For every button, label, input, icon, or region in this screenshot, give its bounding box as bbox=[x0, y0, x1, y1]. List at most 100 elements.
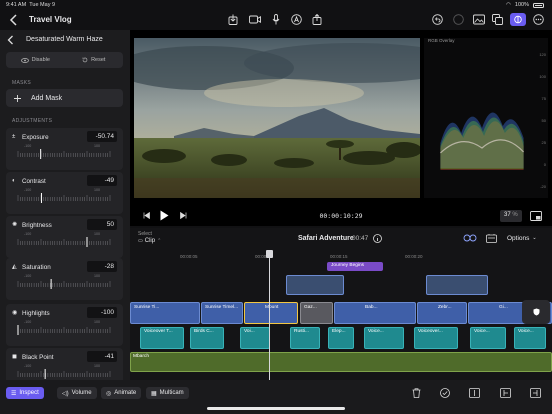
video-clip[interactable]: Sunrise Timel... bbox=[201, 302, 243, 324]
speaker-icon: ◁) bbox=[62, 390, 69, 397]
black-point-icon: ◼ bbox=[12, 354, 17, 360]
share-icon[interactable] bbox=[312, 14, 322, 25]
contrast-icon: ◐ bbox=[12, 178, 16, 184]
clip-view-icon[interactable] bbox=[486, 234, 497, 243]
adjustment-value-field[interactable]: -28 bbox=[87, 261, 117, 272]
audio-meter-button[interactable] bbox=[522, 300, 550, 324]
playhead[interactable] bbox=[269, 250, 270, 380]
adjustment-slider[interactable]: -100 100 bbox=[16, 232, 113, 250]
trim-start-icon[interactable] bbox=[500, 388, 511, 398]
audio-clip[interactable]: Voi... bbox=[240, 327, 270, 349]
play-icon[interactable] bbox=[160, 210, 169, 221]
scope-tick-label: 50 bbox=[541, 118, 546, 123]
adjustment-value-field[interactable]: -41 bbox=[87, 351, 117, 362]
playhead-handle[interactable] bbox=[266, 250, 273, 258]
audio-clip[interactable]: Rusti... bbox=[290, 327, 320, 349]
wifi-icon: ◠ bbox=[506, 2, 511, 8]
inspector-toggle-icon[interactable] bbox=[510, 13, 526, 26]
ruler-tick: 00:00:15 bbox=[330, 254, 348, 259]
audio-clip[interactable]: Elep... bbox=[328, 327, 354, 349]
adjustment-highlights: ◉ Highlights -100 -100 100 bbox=[6, 304, 123, 346]
audio-clip[interactable]: Voice... bbox=[514, 327, 546, 349]
title-clip[interactable]: Journey Begins bbox=[327, 262, 383, 271]
options-button[interactable]: Options ⌄ bbox=[507, 235, 537, 242]
reset-button[interactable]: Reset bbox=[65, 52, 124, 68]
connect-clips-icon[interactable] bbox=[463, 233, 477, 243]
photo-library-icon[interactable] bbox=[473, 14, 485, 25]
adjustment-value-field[interactable]: -50.74 bbox=[87, 131, 117, 142]
adjustment-value-field[interactable]: -100 bbox=[87, 307, 117, 318]
adjustment-slider[interactable]: -100 100 bbox=[16, 364, 113, 380]
multicam-icon: ▦ bbox=[151, 390, 157, 397]
adjustment-value-field[interactable]: 50 bbox=[87, 219, 117, 230]
audio-clip[interactable]: Voice... bbox=[364, 327, 404, 349]
scope-tick-label: 75 bbox=[541, 96, 546, 101]
video-clip-selected[interactable]: Mount bbox=[244, 302, 298, 324]
connected-clip[interactable] bbox=[426, 275, 488, 295]
animate-button[interactable]: ◎ Animate bbox=[101, 387, 142, 399]
adjustment-slider[interactable]: -100 100 bbox=[16, 274, 113, 292]
video-clip-label: Mount bbox=[265, 305, 279, 310]
status-bar: 9:41 AM Tue May 9 ◠ 100% bbox=[0, 0, 552, 10]
trash-icon[interactable] bbox=[412, 388, 421, 398]
masks-section-label: MASKS bbox=[12, 80, 32, 86]
zoom-field[interactable]: 37 % bbox=[500, 210, 522, 222]
audio-clip[interactable]: Voice... bbox=[470, 327, 506, 349]
audio-clip-label: Birds C... bbox=[194, 329, 214, 334]
inspect-button[interactable]: ☰ Inspect bbox=[6, 387, 44, 399]
mode-selector[interactable]: ▭ Clip ⌃ bbox=[138, 238, 161, 244]
project-duration: 00:47 bbox=[352, 235, 369, 242]
ruler-tick: 00:00:05 bbox=[180, 254, 198, 259]
timeline[interactable]: 00:00:05 00:00:10 00:00:15 00:00:20 Jour… bbox=[130, 250, 552, 380]
scope-title: RGB Overlay bbox=[428, 38, 455, 43]
connected-clip[interactable] bbox=[286, 275, 344, 295]
music-clip[interactable]: Mbarch bbox=[130, 352, 552, 372]
slider-max-label: 100 bbox=[94, 364, 100, 368]
split-icon[interactable] bbox=[469, 388, 480, 398]
video-clip[interactable]: Zebr... bbox=[417, 302, 467, 324]
microphone-icon[interactable] bbox=[272, 14, 280, 25]
info-icon[interactable] bbox=[373, 234, 382, 243]
timecode-display: 00:00:10:29 bbox=[318, 210, 364, 222]
adjustment-value-field[interactable]: -49 bbox=[87, 175, 117, 186]
multicam-button[interactable]: ▦ Multicam bbox=[146, 387, 189, 399]
slider-min-label: -100 bbox=[24, 232, 32, 236]
adjustment-label: Exposure bbox=[22, 134, 49, 141]
adjustment-slider[interactable]: -100 100 bbox=[16, 320, 113, 338]
checkmark-icon[interactable] bbox=[440, 388, 450, 398]
top-toolbar: Travel Vlog bbox=[0, 10, 552, 30]
redo-icon[interactable] bbox=[453, 14, 464, 25]
volume-button[interactable]: ◁) Volume bbox=[57, 387, 97, 399]
audio-clip-label: Voi... bbox=[244, 329, 255, 334]
more-icon[interactable] bbox=[533, 14, 544, 25]
video-clip[interactable]: Sunrise Ti... bbox=[130, 302, 200, 324]
adjustment-slider[interactable]: -100 100 bbox=[16, 144, 113, 162]
slider-max-label: 100 bbox=[94, 320, 100, 324]
camera-icon[interactable] bbox=[249, 15, 261, 24]
import-icon[interactable] bbox=[228, 14, 238, 25]
audio-clip[interactable]: Voiceover T... bbox=[140, 327, 184, 349]
disable-button[interactable]: Disable bbox=[6, 52, 65, 68]
video-preview[interactable] bbox=[134, 38, 420, 198]
multi-window-icon[interactable] bbox=[492, 14, 503, 25]
fullscreen-icon[interactable] bbox=[530, 211, 542, 221]
undo-icon[interactable] bbox=[432, 14, 443, 25]
slider-min-label: -100 bbox=[24, 320, 32, 324]
video-clip[interactable]: Gaz... bbox=[300, 302, 333, 324]
video-clip-label: Sunrise Ti... bbox=[134, 305, 160, 310]
audio-clip[interactable]: Birds C... bbox=[190, 327, 224, 349]
video-clip[interactable]: Bab... bbox=[334, 302, 416, 324]
skip-forward-icon[interactable] bbox=[180, 212, 187, 219]
voiceover-a-icon[interactable] bbox=[291, 14, 302, 25]
video-clip-label: Bab... bbox=[365, 305, 378, 310]
back-chevron-icon[interactable] bbox=[9, 14, 19, 26]
adjustment-slider[interactable]: -100 100 bbox=[16, 188, 113, 206]
options-label: Options bbox=[507, 235, 530, 242]
skip-back-icon[interactable] bbox=[143, 212, 150, 219]
audio-clip[interactable]: Voiceover... bbox=[414, 327, 458, 349]
reset-label: Reset bbox=[91, 57, 106, 63]
add-mask-button[interactable]: Add Mask bbox=[6, 89, 123, 107]
inspector-back-icon[interactable] bbox=[7, 35, 14, 45]
rgb-overlay-scope: RGB Overlay 120 100 75 50 25 0 -20 bbox=[424, 38, 548, 198]
trim-end-icon[interactable] bbox=[530, 388, 541, 398]
